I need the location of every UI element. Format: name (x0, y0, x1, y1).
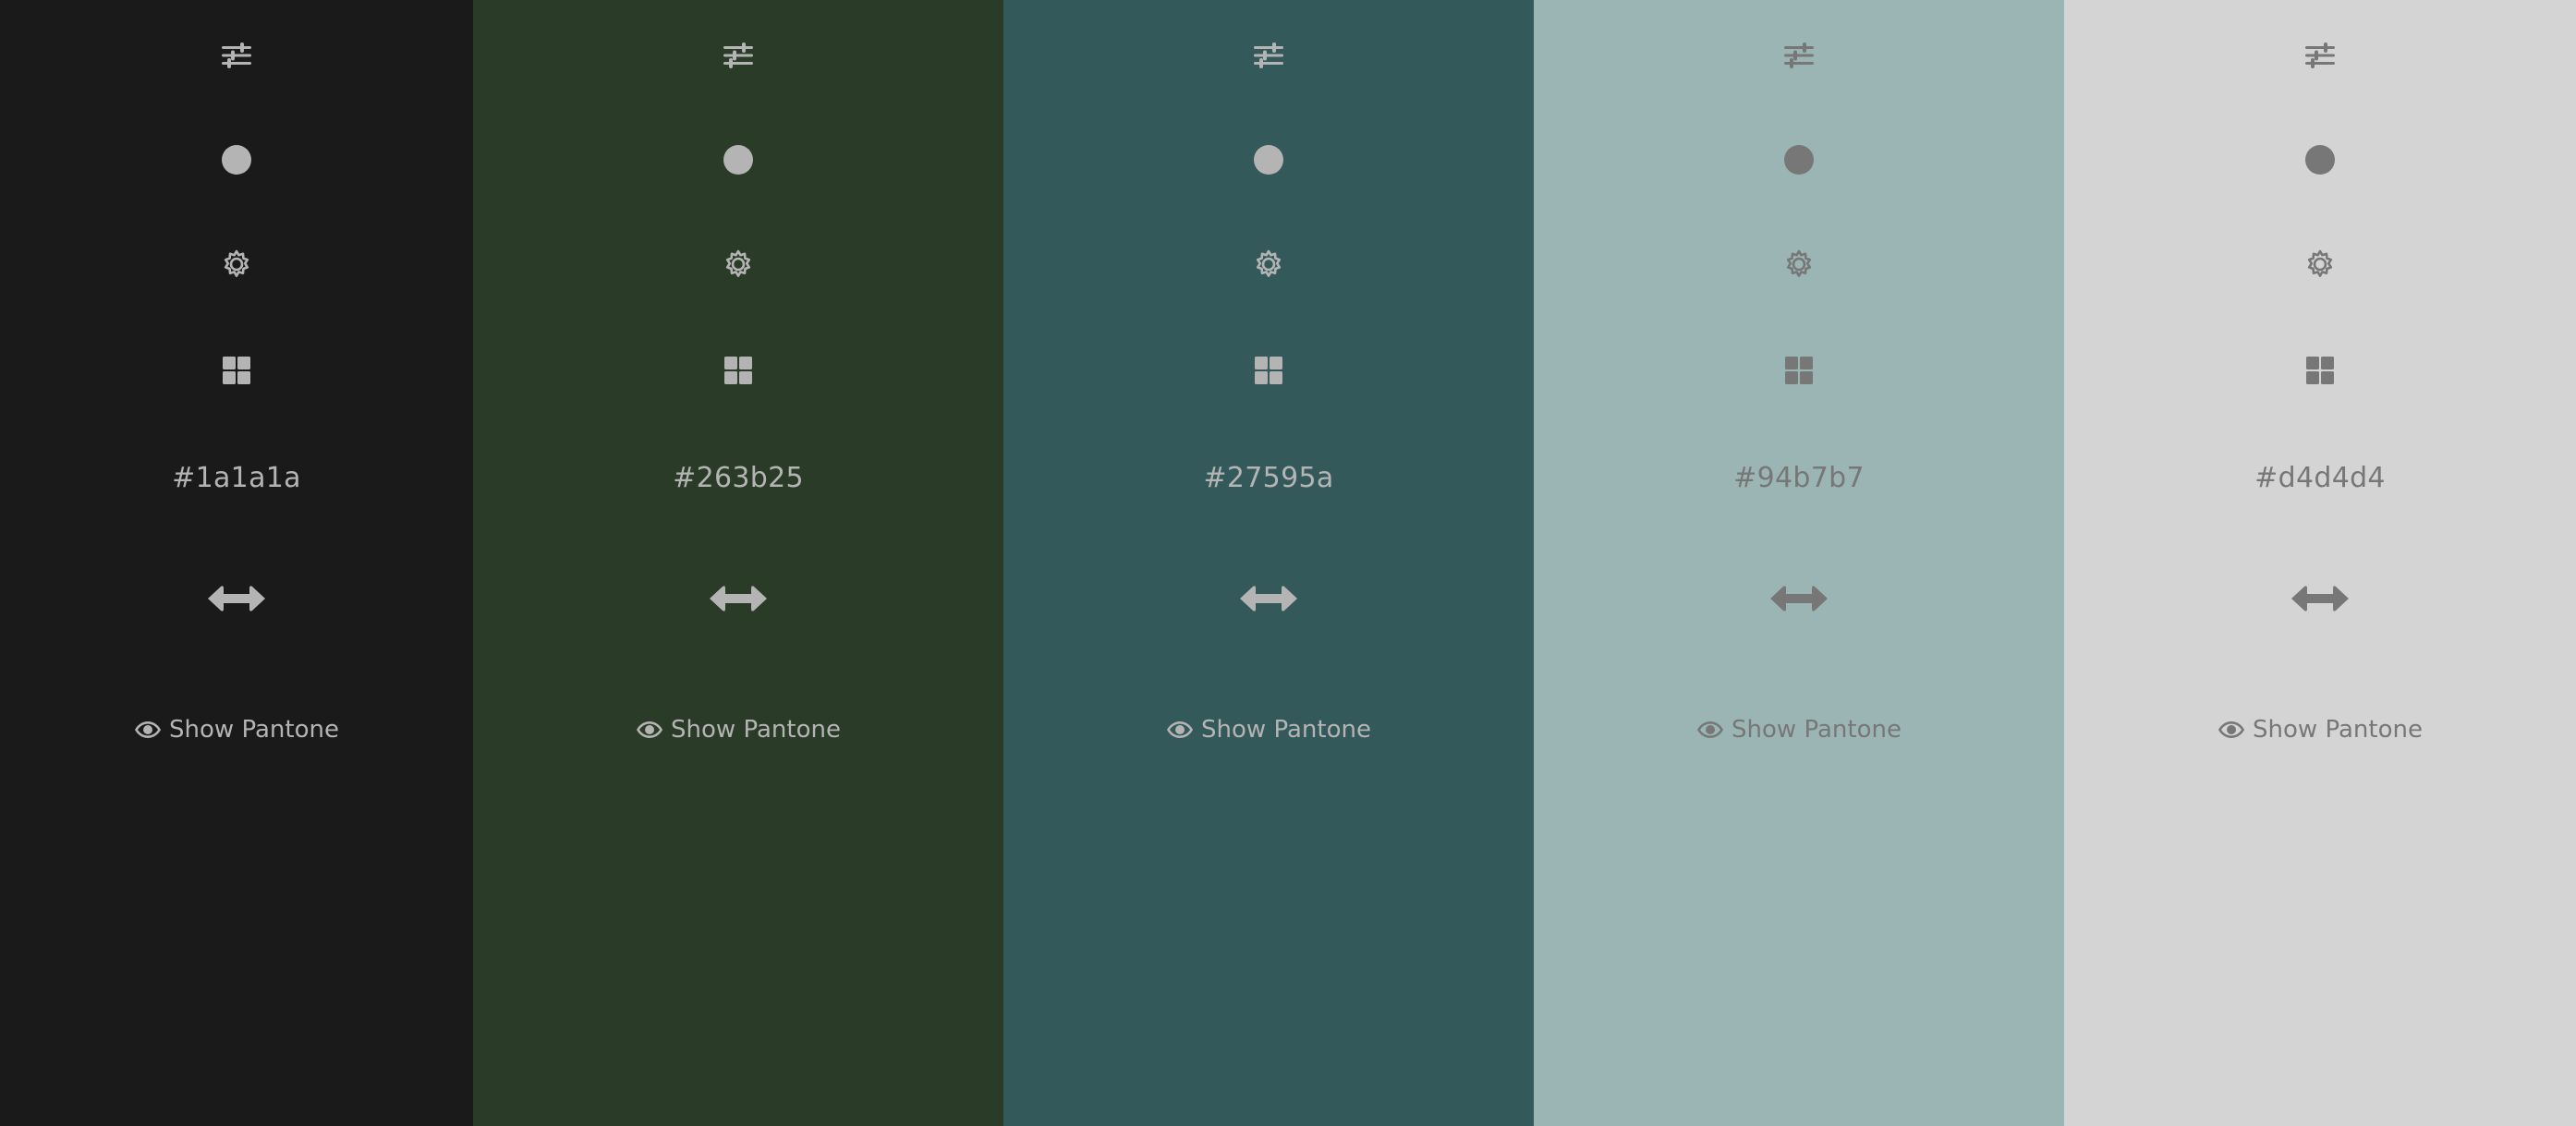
color-swatch-3: #27595a Show Pantone (1003, 0, 1534, 1126)
shades-button[interactable] (1780, 352, 1817, 389)
gear-icon (723, 248, 754, 280)
adjust-button[interactable] (2302, 37, 2339, 74)
settings-button[interactable] (1780, 246, 1817, 283)
circle-lock-icon (1783, 144, 1815, 176)
grid-shades-icon (1783, 355, 1815, 386)
grid-shades-icon (221, 355, 252, 386)
color-swatch-2: #263b25 Show Pantone (473, 0, 1003, 1126)
drag-handle[interactable] (1236, 580, 1301, 617)
gear-icon (221, 248, 252, 280)
lock-button[interactable] (218, 141, 255, 178)
drag-handle[interactable] (706, 580, 771, 617)
settings-button[interactable] (1250, 246, 1287, 283)
sliders-icon (722, 41, 755, 70)
eye-icon (134, 720, 162, 740)
hex-value[interactable]: #27595a (1203, 456, 1333, 501)
eye-icon (636, 720, 663, 740)
drag-handle[interactable] (2288, 580, 2352, 617)
show-pantone-label: Show Pantone (1201, 716, 1371, 744)
hex-value[interactable]: #94b7b7 (1733, 456, 1865, 501)
drag-arrows-icon (206, 583, 267, 614)
settings-button[interactable] (2302, 246, 2339, 283)
circle-lock-icon (723, 144, 754, 176)
sliders-icon (220, 41, 253, 70)
shades-button[interactable] (218, 352, 255, 389)
sliders-icon (1782, 41, 1816, 70)
adjust-button[interactable] (1780, 37, 1817, 74)
grid-shades-icon (723, 355, 754, 386)
gear-icon (1783, 248, 1815, 280)
hex-value[interactable]: #263b25 (673, 456, 804, 501)
eye-icon (2218, 720, 2245, 740)
adjust-button[interactable] (218, 37, 255, 74)
show-pantone-button[interactable]: Show Pantone (1696, 711, 1902, 748)
circle-lock-icon (221, 144, 252, 176)
lock-button[interactable] (2302, 141, 2339, 178)
adjust-button[interactable] (1250, 37, 1287, 74)
gear-icon (2304, 248, 2336, 280)
eye-icon (1696, 720, 1724, 740)
color-swatch-4: #94b7b7 Show Pantone (1534, 0, 2064, 1126)
show-pantone-button[interactable]: Show Pantone (1166, 711, 1371, 748)
shades-button[interactable] (720, 352, 757, 389)
show-pantone-label: Show Pantone (1732, 716, 1902, 744)
color-swatch-5: #d4d4d4 Show Pantone (2064, 0, 2576, 1126)
drag-arrows-icon (1768, 583, 1829, 614)
gear-icon (1253, 248, 1284, 280)
settings-button[interactable] (720, 246, 757, 283)
hex-value[interactable]: #d4d4d4 (2254, 456, 2386, 501)
grid-shades-icon (2304, 355, 2336, 386)
drag-arrows-icon (2290, 583, 2351, 614)
lock-button[interactable] (1250, 141, 1287, 178)
show-pantone-label: Show Pantone (169, 716, 339, 744)
sliders-icon (2303, 41, 2337, 70)
grid-shades-icon (1253, 355, 1284, 386)
lock-button[interactable] (1780, 141, 1817, 178)
shades-button[interactable] (1250, 352, 1287, 389)
circle-lock-icon (1253, 144, 1284, 176)
drag-arrows-icon (708, 583, 769, 614)
settings-button[interactable] (218, 246, 255, 283)
drag-handle[interactable] (204, 580, 269, 617)
show-pantone-button[interactable]: Show Pantone (636, 711, 841, 748)
show-pantone-label: Show Pantone (2253, 716, 2423, 744)
show-pantone-button[interactable]: Show Pantone (2218, 711, 2423, 748)
lock-button[interactable] (720, 141, 757, 178)
drag-arrows-icon (1238, 583, 1299, 614)
adjust-button[interactable] (720, 37, 757, 74)
sliders-icon (1252, 41, 1285, 70)
eye-icon (1166, 720, 1194, 740)
palette: #1a1a1a Show Pantone #263b25 Show Panton… (0, 0, 2576, 1126)
shades-button[interactable] (2302, 352, 2339, 389)
color-swatch-1: #1a1a1a Show Pantone (0, 0, 473, 1126)
hex-value[interactable]: #1a1a1a (172, 456, 301, 501)
show-pantone-label: Show Pantone (671, 716, 841, 744)
show-pantone-button[interactable]: Show Pantone (134, 711, 339, 748)
circle-lock-icon (2304, 144, 2336, 176)
drag-handle[interactable] (1767, 580, 1831, 617)
